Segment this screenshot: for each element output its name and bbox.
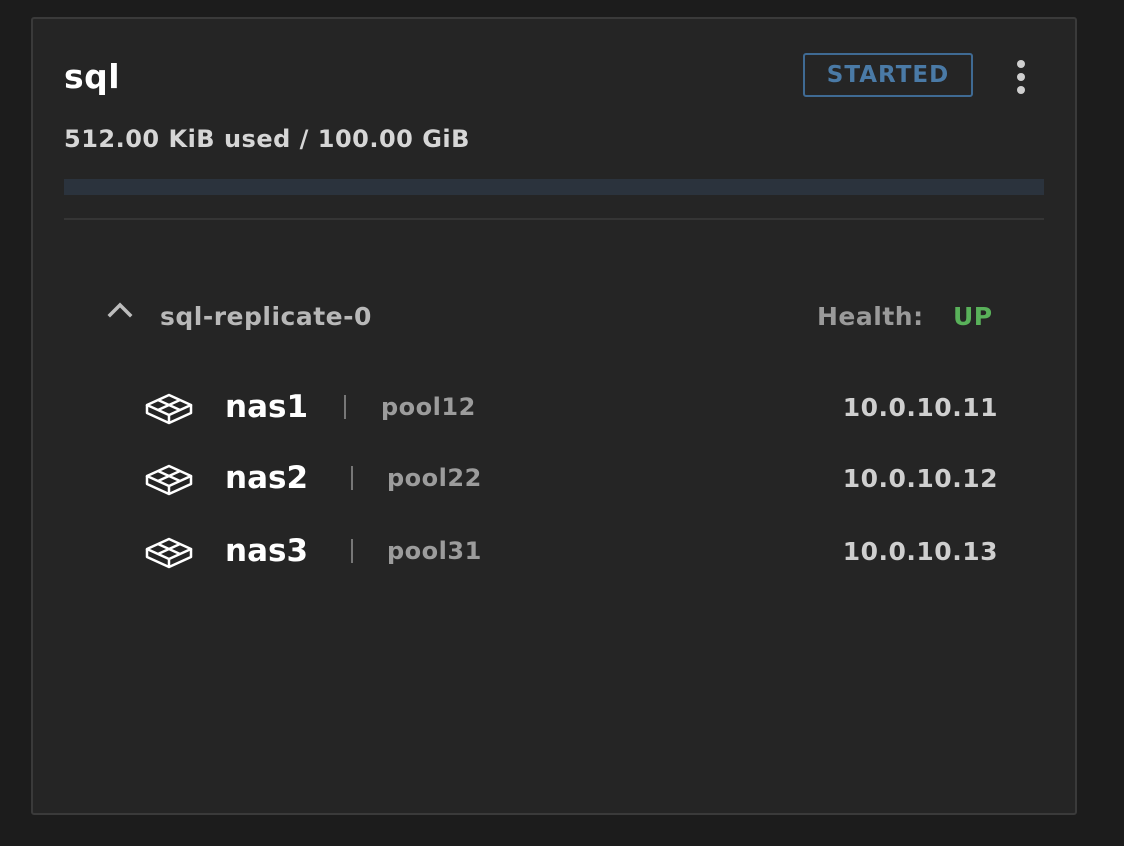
replica-name: sql-replicate-0 [160, 302, 372, 331]
node-pool: pool12 [381, 393, 476, 421]
volume-title: sql [64, 57, 121, 96]
health-value: UP [953, 302, 993, 331]
separator [351, 539, 353, 563]
separator [344, 395, 346, 419]
node-host: nas3 [225, 533, 309, 569]
kebab-menu-icon[interactable] [1001, 57, 1041, 97]
health-label: Health: [817, 302, 924, 331]
node-ip: 10.0.10.11 [842, 393, 998, 422]
volume-card: sql STARTED 512.00 KiB used / 100.00 GiB… [31, 17, 1077, 815]
storage-node-icon [145, 464, 193, 496]
usage-progress-bar [64, 179, 1044, 195]
separator [351, 466, 353, 490]
chevron-up-icon[interactable] [105, 295, 135, 325]
node-row: nas3 pool31 10.0.10.13 [33, 533, 1079, 583]
node-ip: 10.0.10.12 [842, 464, 998, 493]
node-row: nas1 pool12 10.0.10.11 [33, 389, 1079, 439]
node-pool: pool31 [387, 537, 482, 565]
node-ip: 10.0.10.13 [842, 537, 998, 566]
node-host: nas2 [225, 460, 309, 496]
node-pool: pool22 [387, 464, 482, 492]
divider [64, 218, 1044, 220]
status-badge: STARTED [803, 53, 973, 97]
storage-node-icon [145, 537, 193, 569]
storage-node-icon [145, 393, 193, 425]
node-host: nas1 [225, 389, 309, 425]
usage-text: 512.00 KiB used / 100.00 GiB [64, 125, 470, 153]
node-row: nas2 pool22 10.0.10.12 [33, 460, 1079, 510]
